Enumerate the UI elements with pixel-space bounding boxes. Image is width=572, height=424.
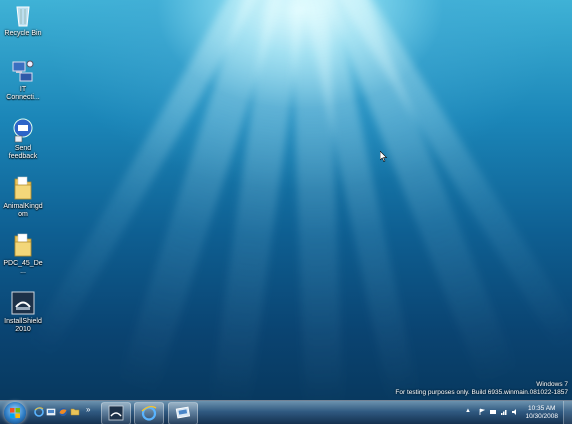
desktop-icon-send-feedback[interactable]: Send feedback [3,117,43,161]
desktop-icon-label: Send feedback [8,145,38,160]
start-button[interactable] [4,402,26,424]
windows-explorer-task-icon [175,406,191,419]
recycle-bin-icon [10,2,36,28]
desktop-icon-label: IT Connecti... [6,86,40,101]
network-icon[interactable] [500,408,508,416]
send-feedback-icon [10,117,36,143]
network-connection-icon [10,58,36,84]
desktop-icon-animalkingdom[interactable]: AnimalKingd om [3,175,43,219]
installshield-icon [10,290,36,316]
desktop-icon-it-connection[interactable]: IT Connecti... [3,58,43,102]
firefox-icon[interactable] [58,407,68,417]
watermark-os: Windows 7 [536,381,568,388]
internet-explorer-task-icon [141,405,157,421]
show-hidden-icons-arrow[interactable]: ▲ [465,408,471,414]
desktop-icon-pdc[interactable]: PDC_45_De... [3,232,43,276]
desktop-icon-installshield[interactable]: InstallShield 2010 [3,290,43,334]
battery-icon[interactable] [489,408,497,416]
system-clock[interactable]: 10:35 AM 10/30/2008 [525,405,558,421]
show-desktop-icon[interactable] [46,407,56,417]
quick-launch-overflow[interactable]: » [86,405,90,414]
show-desktop-button[interactable] [563,401,572,424]
taskbar: » ▲ 10:35 AM 10/30/2008 [0,400,572,424]
volume-icon[interactable] [511,408,519,416]
taskbar-button-windows-explorer[interactable] [168,402,198,424]
build-watermark: Windows 7 For testing purposes only. Bui… [395,381,568,397]
desktop-icon-label: AnimalKingd om [3,203,43,218]
action-center-flag-icon[interactable] [478,408,486,416]
taskbar-button-installshield[interactable] [101,402,131,424]
watermark-build: For testing purposes only. Build 6935.wi… [395,389,568,396]
folder-icon [10,232,36,258]
clock-time: 10:35 AM [527,405,556,412]
desktop-icon-recycle-bin[interactable]: Recycle Bin [3,2,43,38]
windows-logo-icon [10,408,20,418]
desktop-icon-label: Recycle Bin [4,30,42,37]
desktop-icon-label: PDC_45_De... [3,260,43,275]
folder-icon [10,175,36,201]
installshield-task-icon [108,405,124,421]
mouse-cursor-icon [380,151,388,162]
taskbar-button-internet-explorer[interactable] [134,402,164,424]
folder-icon[interactable] [70,407,80,417]
clock-date: 10/30/2008 [525,413,558,420]
desktop[interactable]: Recycle Bin IT Connecti... Send feedback… [0,0,572,424]
desktop-icon-label: InstallShield 2010 [4,318,42,333]
internet-explorer-icon[interactable] [34,407,44,417]
